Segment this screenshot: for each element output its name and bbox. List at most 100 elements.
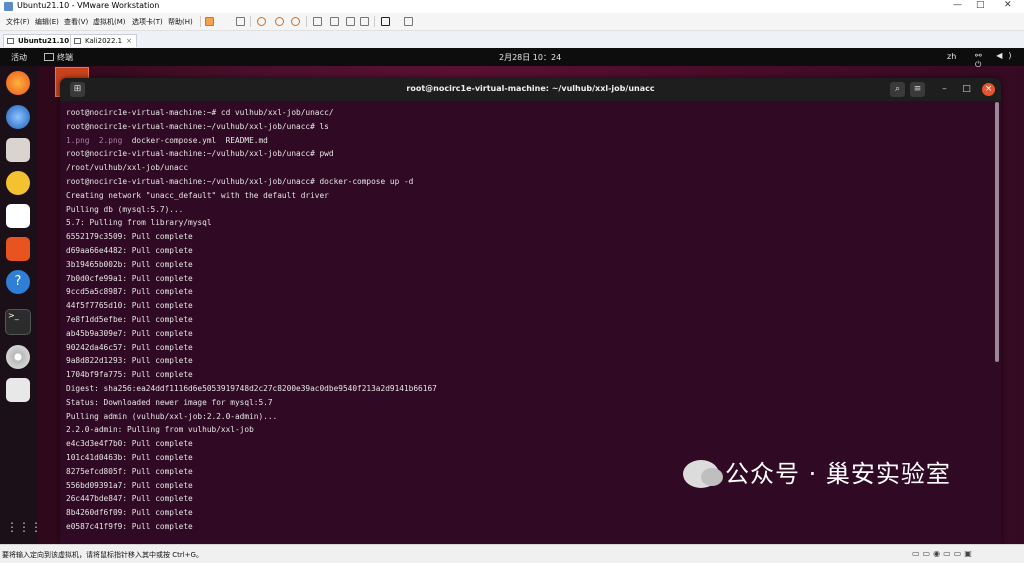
activities-button[interactable]: 活动 xyxy=(11,52,27,63)
terminal-line: root@nocirc1e-virtual-machine:~/vulhub/x… xyxy=(66,147,986,161)
maximize-icon[interactable]: □ xyxy=(976,0,985,10)
software-icon[interactable] xyxy=(6,237,30,261)
pause-icon[interactable] xyxy=(205,17,214,26)
status-text: 要将输入定向到该虚拟机，请将鼠标指针移入其中或按 Ctrl+G。 xyxy=(2,551,203,559)
terminal-line: 5.7: Pulling from library/mysql xyxy=(66,216,986,230)
snapshot-icon[interactable] xyxy=(257,17,266,26)
trash-icon[interactable] xyxy=(6,378,30,402)
thunderbird-icon[interactable] xyxy=(6,105,30,129)
close-tab-icon[interactable]: × xyxy=(126,37,132,45)
full-screen-icon[interactable] xyxy=(346,17,355,26)
toolbar-separator xyxy=(374,16,375,27)
terminal-line-text: 1.png 2.png xyxy=(66,135,123,145)
tab-kali[interactable]: Kali2022.1 × xyxy=(70,34,138,47)
terminal-line-text: docker-compose.yml README.md xyxy=(122,135,268,145)
terminal-line-text: e0587c41f9f9: Pull complete xyxy=(66,521,193,531)
terminal-line: d69aa66e4482: Pull complete xyxy=(66,244,986,258)
terminal-line: Pulling db (mysql:5.7)... xyxy=(66,203,986,217)
watermark: 公众号 · 巢安实验室 xyxy=(683,454,951,489)
minimize-icon[interactable]: – xyxy=(938,83,951,96)
terminal-line-text: Status: Downloaded newer image for mysql… xyxy=(66,397,273,407)
menu-view[interactable]: 查看(V) xyxy=(64,17,88,27)
minimize-icon[interactable]: — xyxy=(953,0,962,10)
terminal-icon xyxy=(44,53,54,61)
terminal-line: 9a8d822d1293: Pull complete xyxy=(66,354,986,368)
help-icon[interactable]: ? xyxy=(6,270,30,294)
console-view-icon[interactable] xyxy=(381,17,390,26)
scrollbar[interactable] xyxy=(995,102,999,362)
terminal-line: Status: Downloaded newer image for mysql… xyxy=(66,396,986,410)
clock[interactable]: 2月28日 10：24 xyxy=(499,52,561,63)
terminal-line-text: Digest: sha256:ea24ddf1116d6e5053919748d… xyxy=(66,383,437,393)
terminal-line-text: 44f5f7765d10: Pull complete xyxy=(66,301,193,311)
close-icon[interactable]: ✕ xyxy=(1004,0,1012,10)
terminal-line-text: Pulling db (mysql:5.7)... xyxy=(66,204,184,214)
terminal-line-text: Creating network "unacc_default" with th… xyxy=(66,190,329,200)
terminal-line: Creating network "unacc_default" with th… xyxy=(66,189,986,203)
terminal-line-text: 556bd09391a7: Pull complete xyxy=(66,480,193,490)
terminal-line: /root/vulhub/xxl-job/unacc xyxy=(66,161,986,175)
terminal-line: root@nocirc1e-virtual-machine:~# cd vulh… xyxy=(66,106,986,120)
rhythmbox-icon[interactable] xyxy=(6,171,30,195)
search-icon[interactable]: ⌕ xyxy=(890,82,905,97)
app-menu-label: 终端 xyxy=(57,53,73,62)
menu-help[interactable]: 帮助(H) xyxy=(168,17,193,27)
vm-icon xyxy=(7,38,14,44)
writer-icon[interactable] xyxy=(6,204,30,228)
terminal-line-text: 9a8d822d1293: Pull complete xyxy=(66,356,193,366)
files-icon[interactable] xyxy=(6,138,30,162)
terminal-line-text: root@nocirc1e-virtual-machine:~/vulhub/x… xyxy=(66,149,334,159)
vmware-tab-bar: Ubuntu21.10 × Kali2022.1× xyxy=(0,31,1024,49)
terminal-line-text: 6552179c3509: Pull complete xyxy=(66,232,193,242)
snapshot-manager-icon[interactable] xyxy=(291,17,300,26)
terminal-line: 9ccd5a5c8987: Pull complete xyxy=(66,285,986,299)
terminal-line-text: root@nocirc1e-virtual-machine:~# cd vulh… xyxy=(66,108,334,117)
terminal-line-text: e4c3d3e4f7b0: Pull complete xyxy=(66,439,193,449)
app-menu[interactable]: 终端 xyxy=(44,52,73,63)
toolbar-separator xyxy=(200,16,201,27)
show-apps-icon[interactable]: ⋮⋮⋮ xyxy=(6,515,42,539)
terminal-line: 6552179c3509: Pull complete xyxy=(66,230,986,244)
terminal-dock-icon[interactable]: >_ xyxy=(5,309,31,335)
terminal-line-text: 7e8f1dd5efbe: Pull complete xyxy=(66,314,193,324)
terminal-line: 90242da46c57: Pull complete xyxy=(66,341,986,355)
terminal-line: 7b0d0cfe99a1: Pull complete xyxy=(66,272,986,286)
ubuntu-desktop[interactable]: 活动 终端 2月28日 10：24 zh ⚯ ◀) ⏻ ? >_ ⋮⋮⋮ ⊞ r… xyxy=(0,48,1024,544)
stretch-icon[interactable] xyxy=(404,17,413,26)
vmware-window-title: Ubuntu21.10 - VMware Workstation xyxy=(17,1,160,10)
wechat-icon xyxy=(683,460,723,488)
hamburger-menu-icon[interactable]: ≡ xyxy=(910,82,925,97)
send-keys-icon[interactable] xyxy=(236,17,245,26)
menu-file[interactable]: 文件(F) xyxy=(6,17,30,27)
device-icons[interactable]: ▭▭◉▭▭▣ xyxy=(912,549,975,558)
gnome-top-bar: 活动 终端 2月28日 10：24 zh ⚯ ◀) ⏻ xyxy=(0,48,1024,69)
terminal-line: 8b4260df6f09: Pull complete xyxy=(66,506,986,520)
unity-icon[interactable] xyxy=(360,17,369,26)
input-method-indicator[interactable]: zh xyxy=(947,52,956,61)
vmware-status-bar: 要将输入定向到该虚拟机，请将鼠标指针移入其中或按 Ctrl+G。 ▭▭◉▭▭▣ xyxy=(0,544,1024,563)
revert-snapshot-icon[interactable] xyxy=(275,17,284,26)
terminal-line: ab45b9a309e7: Pull complete xyxy=(66,327,986,341)
firefox-icon[interactable] xyxy=(6,71,30,95)
maximize-icon[interactable]: □ xyxy=(960,83,973,96)
terminal-line-text: 101c41d0463b: Pull complete xyxy=(66,452,193,462)
terminal-line-text: 90242da46c57: Pull complete xyxy=(66,342,193,352)
terminal-line-text: 26c447bde847: Pull complete xyxy=(66,494,193,504)
terminal-line: 44f5f7765d10: Pull complete xyxy=(66,299,986,313)
library-icon[interactable] xyxy=(313,17,322,26)
dvd-icon[interactable] xyxy=(6,345,30,369)
terminal-line-text: root@nocirc1e-virtual-machine:~/vulhub/x… xyxy=(66,121,329,131)
menu-edit[interactable]: 编辑(E) xyxy=(35,17,59,27)
terminal-line-text: 7b0d0cfe99a1: Pull complete xyxy=(66,273,193,283)
system-menu[interactable]: ⚯ ◀) ⏻ xyxy=(975,51,1024,70)
close-icon[interactable]: × xyxy=(982,83,995,96)
menu-vm[interactable]: 虚拟机(M) xyxy=(93,17,126,27)
terminal-header-bar: ⊞ root@nocirc1e-virtual-machine: ~/vulhu… xyxy=(60,78,1001,101)
terminal-line-text: 2.2.0-admin: Pulling from vulhub/xxl-job xyxy=(66,425,254,435)
thumbnail-icon[interactable] xyxy=(330,17,339,26)
dock: ? >_ ⋮⋮⋮ xyxy=(0,66,42,544)
terminal-line-text: /root/vulhub/xxl-job/unacc xyxy=(66,163,189,173)
menu-tabs[interactable]: 选项卡(T) xyxy=(132,17,163,27)
terminal-line-text: ab45b9a309e7: Pull complete xyxy=(66,328,193,338)
toolbar-separator xyxy=(250,16,251,27)
